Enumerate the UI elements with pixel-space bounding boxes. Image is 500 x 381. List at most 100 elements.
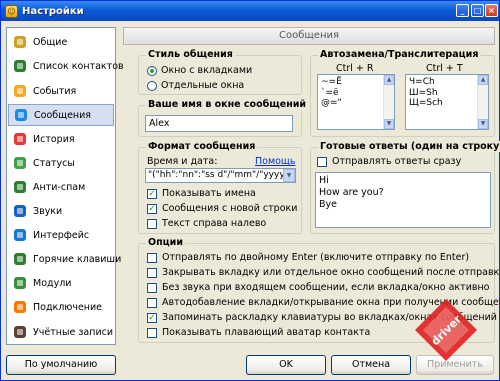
autoreplace-list[interactable]: ~=Ё `=ё @=" ▲ ▼	[317, 74, 395, 130]
option-label: Без звука при входящем сообщении, если в…	[162, 282, 490, 293]
your-name-input[interactable]: Alex	[145, 115, 293, 132]
send-replies-now-label: Отправлять ответы сразу	[332, 156, 462, 167]
checkmark-icon: ✓	[147, 188, 157, 199]
chat-style-group: Стиль общения Окно с вкладками Отдельные…	[138, 49, 302, 95]
hotkeys-icon	[13, 252, 27, 266]
defaults-button[interactable]: По умолчанию	[6, 355, 116, 375]
tabs-window-radio[interactable]: Окно с вкладками	[147, 65, 252, 76]
sidebar-item-accounts[interactable]: Учётные записи	[8, 321, 114, 343]
sidebar-item-modules[interactable]: Модули	[8, 272, 114, 294]
ctrl-r-label: Ctrl + R	[336, 63, 374, 74]
sidebar-item-general[interactable]: Общие	[8, 31, 114, 53]
checkbox-empty-icon	[147, 267, 157, 278]
scroll-down-icon[interactable]: ▼	[478, 119, 488, 129]
rtl-checkbox[interactable]: Текст справа налево	[147, 218, 266, 229]
history-icon	[13, 132, 27, 146]
separate-windows-radio[interactable]: Отдельные окна	[147, 80, 244, 91]
quick-replies-title: Готовые ответы (один на строку)	[318, 141, 500, 152]
new-line-label: Сообщения с новой строки	[162, 203, 298, 214]
scroll-up-icon[interactable]: ▲	[384, 75, 394, 85]
autoreplace-title: Автозамена/Транслитерация	[318, 49, 481, 60]
sidebar-item-label: Анти-спам	[33, 181, 86, 193]
radio-selected-icon	[147, 65, 157, 76]
settings-category-list[interactable]: Общие Список контактов События Сообщения Ист…	[6, 27, 124, 345]
sidebar-item-hotkeys[interactable]: Горячие клавиши	[8, 248, 121, 270]
scroll-up-icon[interactable]: ▲	[478, 75, 488, 85]
checkbox-empty-icon	[147, 252, 157, 263]
sidebar-item-antispam[interactable]: Анти-спам	[8, 176, 114, 198]
quick-replies-textarea[interactable]: Hi How are you? Bye	[315, 172, 491, 228]
sidebar-item-label: Сообщения	[34, 109, 92, 121]
checkbox-empty-icon	[147, 327, 157, 338]
show-names-label: Показывать имена	[162, 188, 256, 199]
sidebar-item-label: Список контактов	[33, 60, 124, 72]
contact-list-icon	[13, 59, 27, 73]
reply-line: Hi	[319, 175, 329, 186]
close-button[interactable]: ×	[485, 4, 498, 17]
transliteration-list[interactable]: Ч=Ch Ш=Sh Щ=Sch ▲ ▼	[405, 74, 489, 130]
chat-style-title: Стиль общения	[146, 49, 235, 60]
ok-button[interactable]: OK	[246, 355, 326, 375]
sidebar-item-contact-list[interactable]: Список контактов	[8, 55, 124, 77]
your-name-group: Ваше имя в окне сообщений Alex	[138, 99, 309, 137]
driver-watermark-logo: driver	[415, 299, 477, 361]
ctrl-t-label: Ctrl + T	[426, 63, 463, 74]
help-link[interactable]: Помощь	[255, 156, 295, 167]
checkmark-icon: ✓	[147, 312, 157, 323]
settings-window: ☺ Настройки _ □ × Общие Список контактов С…	[0, 0, 500, 381]
cancel-button[interactable]: Отмена	[331, 355, 411, 375]
vertical-scrollbar[interactable]: ▲ ▼	[383, 75, 394, 129]
option-label: Закрывать вкладку или отдельное окно соо…	[162, 267, 500, 278]
statuses-icon	[13, 156, 27, 170]
scroll-down-icon[interactable]: ▼	[384, 119, 394, 129]
title-bar[interactable]: ☺ Настройки _ □ ×	[1, 1, 499, 21]
accounts-icon	[13, 325, 27, 339]
quick-replies-group: Готовые ответы (один на строку) Отправля…	[310, 141, 500, 234]
sidebar-item-label: Интерфейс	[33, 229, 90, 241]
your-name-title: Ваше имя в окне сообщений	[146, 99, 309, 110]
sidebar-item-interface[interactable]: Интерфейс	[8, 224, 114, 246]
sidebar-item-history[interactable]: История	[8, 128, 114, 150]
modules-icon	[13, 276, 27, 290]
option-checkbox[interactable]: Закрывать вкладку или отдельное окно соо…	[147, 267, 500, 278]
vertical-scrollbar[interactable]: ▲ ▼	[477, 75, 488, 129]
checkbox-empty-icon	[147, 297, 157, 308]
checkmark-icon: ✓	[147, 203, 157, 214]
sidebar-item-connection[interactable]: Подключение	[8, 296, 114, 318]
connection-icon	[13, 300, 27, 314]
sidebar-item-sounds[interactable]: Звуки	[8, 200, 114, 222]
send-replies-now-checkbox[interactable]: Отправлять ответы сразу	[317, 156, 461, 167]
sidebar-item-label: Статусы	[33, 157, 75, 169]
sidebar-item-label: Подключение	[33, 301, 103, 313]
panel-title: Сообщения	[123, 27, 495, 45]
message-format-group: Формат сообщения Время и дата: Помощь "(…	[138, 141, 302, 234]
sidebar-item-label: Общие	[33, 36, 68, 48]
maximize-button[interactable]: □	[471, 4, 484, 17]
option-checkbox[interactable]: Отправлять по двойному Enter (включите о…	[147, 252, 469, 263]
chevron-down-icon[interactable]: ▼	[283, 169, 295, 182]
sidebar-item-statuses[interactable]: Статусы	[8, 152, 114, 174]
sidebar-item-label: История	[33, 133, 75, 145]
checkbox-empty-icon	[317, 156, 327, 167]
sidebar-item-events[interactable]: События	[8, 80, 114, 102]
tabs-window-label: Окно с вкладками	[161, 65, 253, 76]
antispam-icon	[13, 180, 27, 194]
sidebar-item-label: Учётные записи	[33, 326, 114, 338]
messages-icon	[14, 108, 28, 122]
new-line-checkbox[interactable]: ✓ Сообщения с новой строки	[147, 203, 297, 214]
option-checkbox[interactable]: Без звука при входящем сообщении, если в…	[147, 282, 490, 293]
sidebar-item-label: Звуки	[33, 205, 63, 217]
reply-line: Bye	[319, 199, 337, 210]
time-format-combo[interactable]: "("hh":"nn":"ss d"/"mm"/"yyyy")" ▼	[145, 168, 296, 183]
reply-line: How are you?	[319, 187, 384, 198]
show-names-checkbox[interactable]: ✓ Показывать имена	[147, 188, 256, 199]
events-icon	[13, 84, 27, 98]
radio-empty-icon	[147, 80, 157, 91]
minimize-button[interactable]: _	[456, 4, 469, 17]
time-format-value: "("hh":"nn":"ss d"/"mm"/"yyyy")"	[148, 170, 296, 180]
option-label: Показывать плавающий аватар контакта	[162, 327, 371, 338]
sidebar-item-label: Горячие клавиши	[33, 253, 122, 265]
option-checkbox[interactable]: Показывать плавающий аватар контакта	[147, 327, 370, 338]
sidebar-item-messages[interactable]: Сообщения	[8, 104, 114, 126]
checkbox-empty-icon	[147, 218, 157, 229]
